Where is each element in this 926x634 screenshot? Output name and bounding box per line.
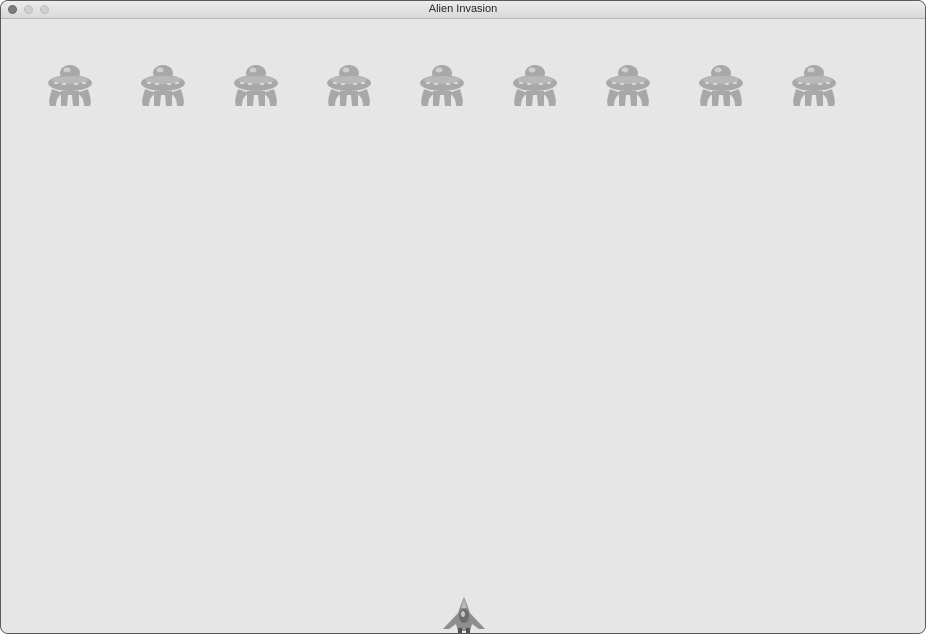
alien-3	[234, 65, 278, 106]
window-title: Alien Invasion	[428, 3, 498, 15]
alien-7	[606, 65, 650, 106]
game-canvas[interactable]	[1, 19, 925, 633]
alien-9	[792, 65, 836, 106]
title-bar: Alien Invasion	[1, 1, 925, 19]
alien-2	[141, 65, 185, 106]
alien-5	[420, 65, 464, 106]
player-ship-icon	[443, 597, 485, 633]
alien-4	[327, 65, 371, 106]
alien-1	[48, 65, 92, 106]
app-window: Alien Invasion	[0, 0, 926, 634]
alien-8	[699, 65, 743, 106]
alien-6	[513, 65, 557, 106]
